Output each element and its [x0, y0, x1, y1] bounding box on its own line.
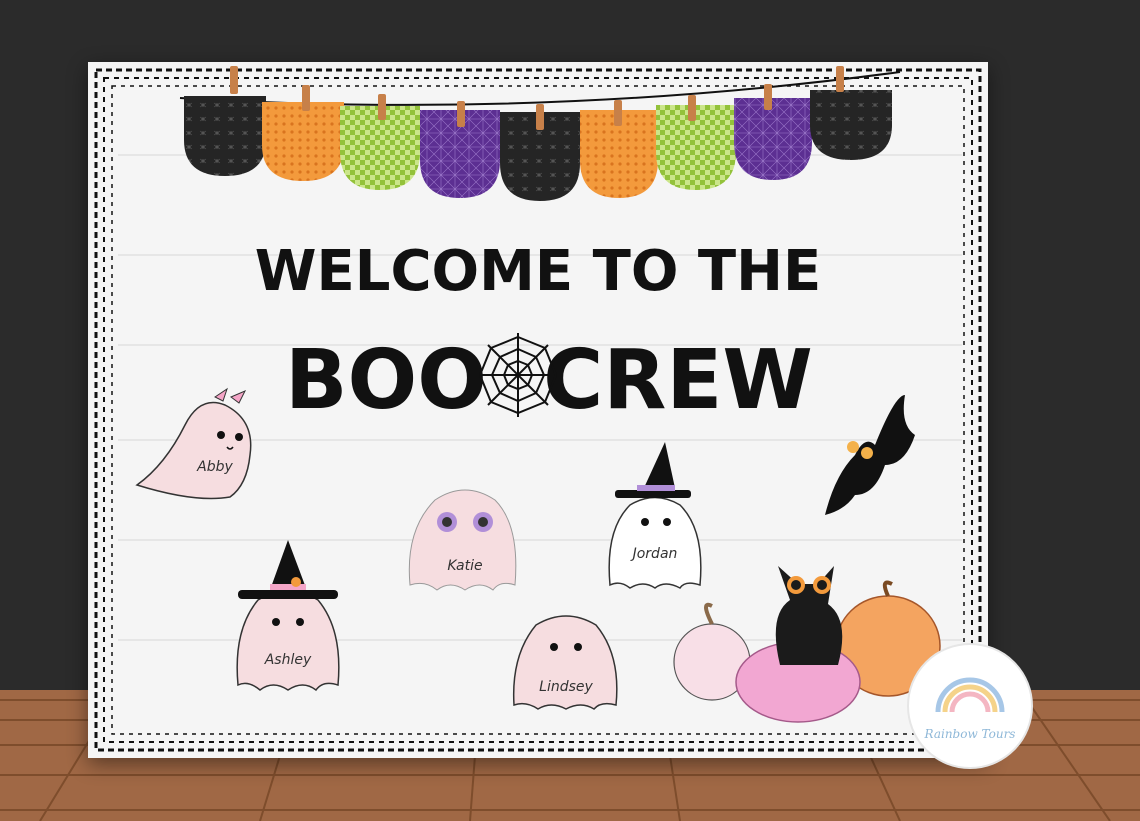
board-title-line1: WELCOME TO THE — [255, 239, 822, 304]
board-title-boo: BOO — [285, 333, 487, 428]
spider-web-icon — [476, 333, 560, 417]
brand-logo: Rainbow Tours — [907, 643, 1033, 769]
brand-logo-text: Rainbow Tours — [924, 727, 1016, 741]
bulletin-board-scene: WELCOME TO THE BOO CREW Abby Katie Jorda… — [0, 0, 1140, 821]
pennant-purple-2 — [734, 98, 812, 180]
ghost-name-abby: Abby — [196, 459, 233, 475]
pennant-black-3 — [810, 90, 892, 160]
board-title-crew: CREW — [543, 333, 813, 428]
pennant-orange-1 — [262, 102, 344, 181]
ghost-name-jordan: Jordan — [630, 546, 678, 562]
pennant-black-1 — [184, 96, 266, 176]
ghost-name-ashley: Ashley — [264, 652, 312, 668]
ghost-name-katie: Katie — [447, 558, 482, 574]
ghost-name-lindsey: Lindsey — [539, 679, 593, 695]
